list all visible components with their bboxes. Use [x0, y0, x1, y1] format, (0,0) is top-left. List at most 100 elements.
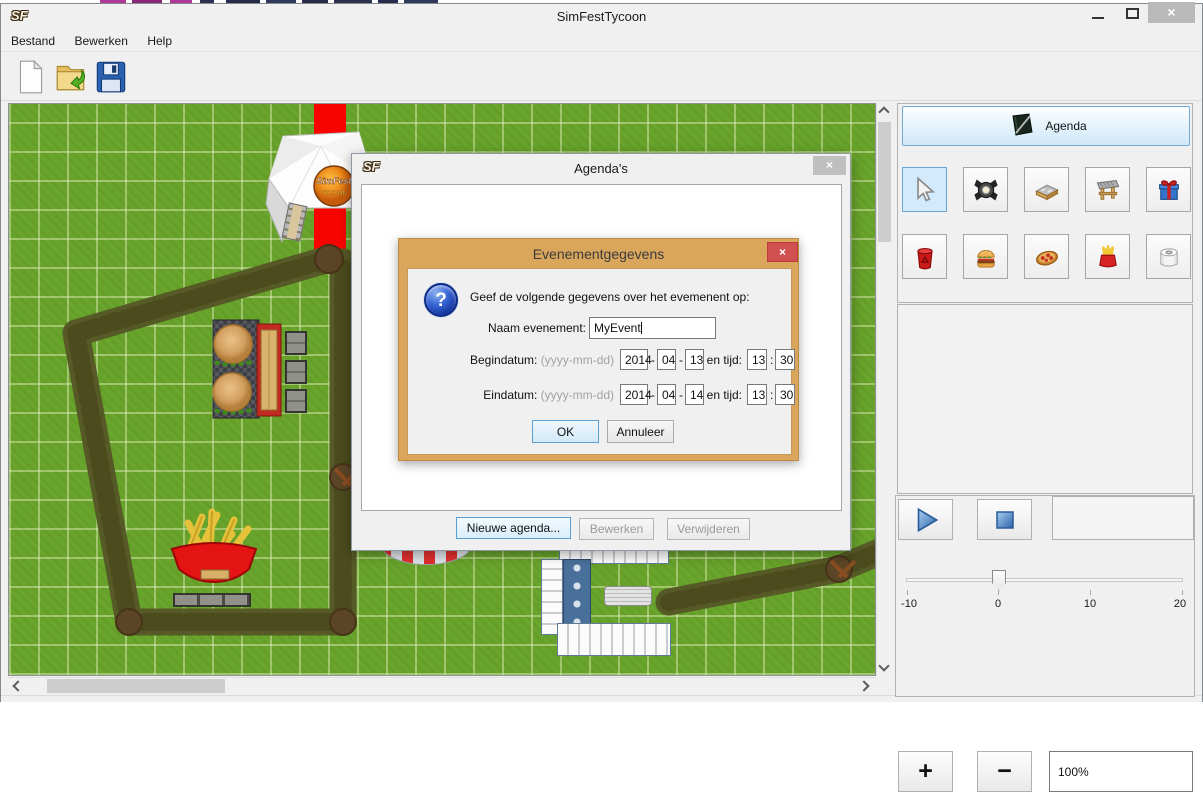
tool-select[interactable]	[902, 167, 947, 212]
agenda-button[interactable]: Agenda	[902, 106, 1190, 146]
playback-status-box	[1052, 496, 1194, 540]
tent-logo-badge	[314, 166, 354, 206]
event-dialog-title: Evenementgegevens	[399, 246, 798, 262]
speed-slider-thumb[interactable]	[992, 570, 1006, 591]
question-icon: ?	[424, 283, 458, 317]
play-button[interactable]	[898, 499, 953, 540]
begin-day-field[interactable]: 13	[685, 349, 704, 370]
tool-spotlight[interactable]	[963, 167, 1008, 212]
end-month-field[interactable]: 04	[657, 384, 676, 405]
time-separator: :	[770, 353, 773, 367]
right-panel: Agenda	[895, 103, 1195, 697]
date-separator: -	[651, 388, 655, 402]
agendas-dialog-title: Agenda's	[352, 161, 850, 176]
end-date-label: Eindatum:	[483, 388, 537, 402]
stage-icon	[1094, 176, 1122, 204]
hamburger-icon	[972, 243, 1000, 271]
menubar: Bestand Bewerken Help	[1, 30, 1202, 52]
minus-icon: −	[997, 759, 1012, 784]
save-button[interactable]	[92, 58, 130, 96]
ok-button[interactable]: OK	[532, 420, 599, 443]
pizza-icon	[1033, 243, 1061, 271]
zoom-out-button[interactable]: −	[977, 751, 1032, 792]
event-name-field[interactable]: MyEvent	[589, 317, 716, 339]
stop-button[interactable]	[977, 499, 1032, 540]
trash-bin-icon	[911, 243, 939, 271]
new-document-icon	[12, 58, 50, 96]
begin-minute-field[interactable]: 30	[775, 349, 795, 370]
fries-icon	[1094, 243, 1122, 271]
tool-fries[interactable]	[1085, 234, 1130, 279]
cursor-icon	[911, 176, 939, 204]
bench	[604, 586, 652, 606]
agendas-dialog-close-button[interactable]: ×	[813, 156, 846, 175]
tool-stage[interactable]	[1085, 167, 1130, 212]
menu-bestand[interactable]: Bestand	[11, 30, 64, 48]
name-label: Naam evenement:	[442, 321, 586, 335]
toolbar	[1, 53, 1202, 101]
begin-time-label: en tijd:	[704, 353, 742, 367]
begin-date-format: (yyyy-mm-dd)	[541, 353, 614, 367]
speed-slider-track[interactable]	[906, 578, 1183, 582]
begin-hour-field[interactable]: 13	[747, 349, 767, 370]
playback-group: -10 0 10 20 + − 100%	[895, 495, 1195, 697]
bewerken-button[interactable]: Bewerken	[579, 518, 654, 540]
end-hour-field[interactable]: 13	[747, 384, 767, 405]
agenda-book-icon	[1005, 113, 1035, 139]
date-separator: -	[679, 353, 683, 367]
text-caret	[641, 322, 642, 334]
tent-logo-subtext: TYCOON	[321, 191, 347, 197]
begin-date-label: Begindatum:	[470, 353, 537, 367]
event-data-dialog: Evenementgegevens × ? Geef de volgende g…	[398, 238, 799, 461]
minimize-button[interactable]	[1092, 17, 1104, 19]
bench	[285, 389, 307, 413]
tool-hamburger[interactable]	[963, 234, 1008, 279]
fries-stand	[164, 507, 264, 589]
bench	[285, 331, 307, 355]
agendas-dialog-titlebar: SF Agenda's ×	[352, 154, 850, 182]
tent-logo-text: SimFest	[316, 176, 352, 186]
open-file-button[interactable]	[52, 58, 90, 96]
tool-trash[interactable]	[902, 234, 947, 279]
open-folder-icon	[52, 58, 90, 96]
verwijderen-button[interactable]: Verwijderen	[667, 518, 750, 540]
date-separator: -	[679, 388, 683, 402]
end-time-label: en tijd:	[704, 388, 742, 402]
tool-gift[interactable]	[1146, 167, 1191, 212]
vertical-scrollbar-thumb[interactable]	[878, 122, 891, 242]
end-minute-field[interactable]: 30	[775, 384, 795, 405]
time-separator: :	[770, 388, 773, 402]
cancel-button[interactable]: Annuleer	[607, 420, 674, 443]
zoom-in-button[interactable]: +	[898, 751, 953, 792]
end-day-field[interactable]: 14	[685, 384, 704, 405]
agenda-button-label: Agenda	[1045, 119, 1086, 133]
maximize-button[interactable]	[1126, 8, 1139, 19]
event-name-value: MyEvent	[594, 321, 641, 335]
nieuwe-agenda-button[interactable]: Nieuwe agenda...	[456, 517, 571, 539]
date-separator: -	[651, 353, 655, 367]
zoom-level-field[interactable]: 100%	[1049, 751, 1193, 792]
event-dialog-close-button[interactable]: ×	[767, 242, 798, 262]
new-file-button[interactable]	[12, 58, 50, 96]
tool-toilet-paper[interactable]	[1146, 234, 1191, 279]
toilet-paper-icon	[1155, 243, 1183, 271]
begin-year-field[interactable]: 2014	[620, 349, 648, 370]
menu-bewerken[interactable]: Bewerken	[75, 30, 137, 48]
horizontal-scrollbar-thumb[interactable]	[47, 679, 225, 693]
close-button[interactable]: ×	[1148, 2, 1195, 23]
window-title: SimFestTycoon	[0, 9, 1203, 24]
slider-tick--10: -10	[901, 598, 917, 610]
end-year-field[interactable]: 2014	[620, 384, 648, 405]
event-instruction: Geef de volgende gegevens over het eveme…	[470, 290, 750, 304]
save-floppy-icon	[92, 58, 130, 96]
spotlight-icon	[972, 176, 1000, 204]
tool-pizza[interactable]	[1024, 234, 1069, 279]
end-date-format: (yyyy-mm-dd)	[541, 388, 614, 402]
menu-help[interactable]: Help	[147, 30, 181, 48]
path-tile-icon	[1033, 176, 1061, 204]
begin-month-field[interactable]: 04	[657, 349, 676, 370]
stop-icon	[990, 506, 1020, 534]
agenda-list-box	[897, 304, 1193, 494]
tool-path[interactable]	[1024, 167, 1069, 212]
plus-icon: +	[918, 759, 933, 784]
